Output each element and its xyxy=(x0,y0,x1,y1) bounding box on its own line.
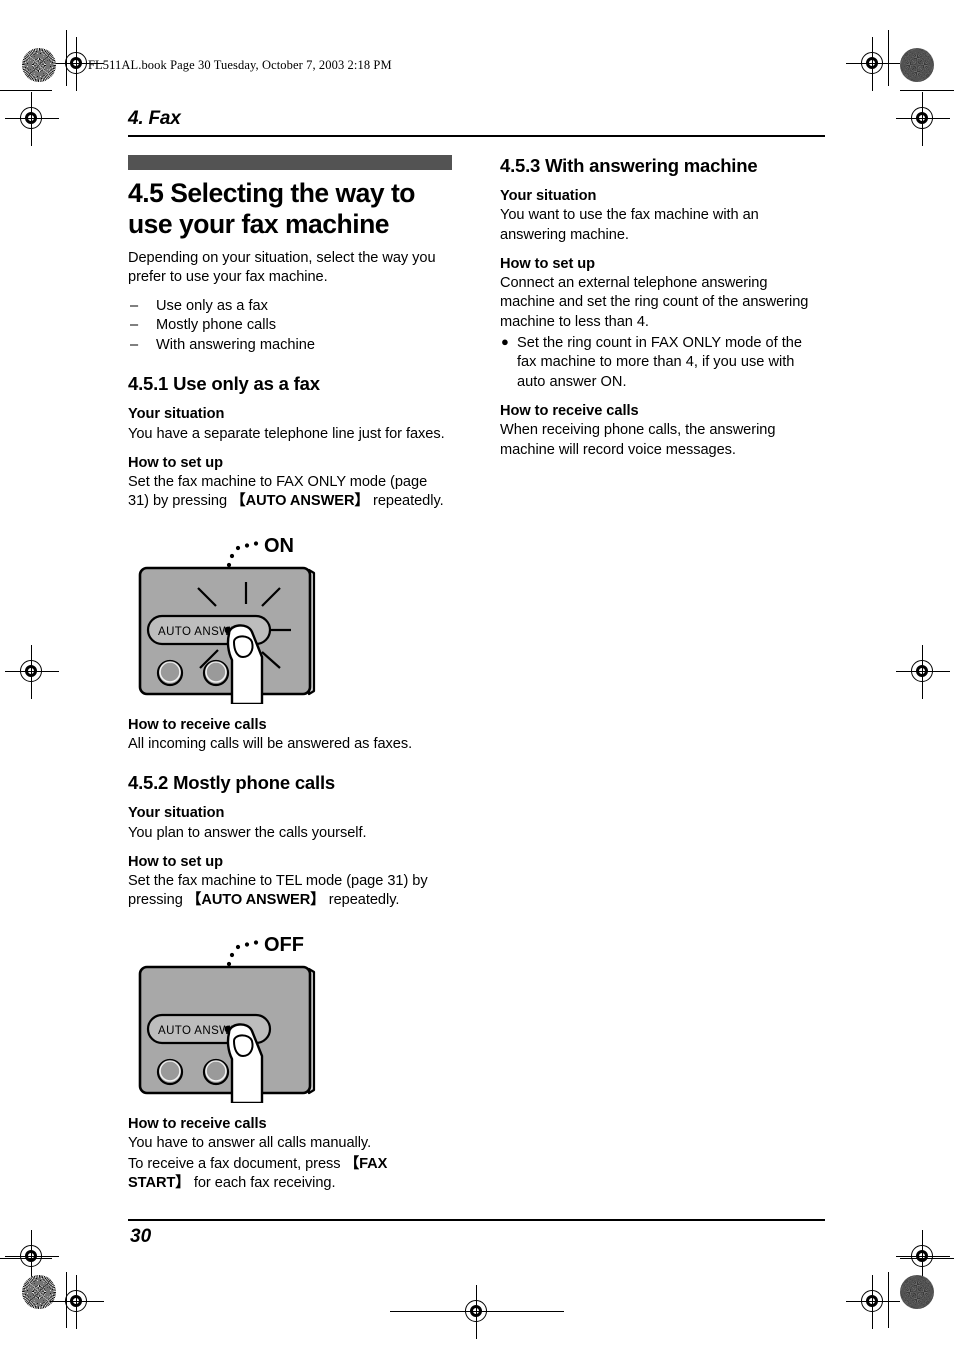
situation-text-452: You plan to answer the calls yourself. xyxy=(128,824,367,841)
list-item: – With answering machine xyxy=(128,336,452,355)
registration-mark-left-upper xyxy=(5,92,59,146)
receive-label-453: How to receive calls xyxy=(500,403,639,420)
receive-label-452: How to receive calls xyxy=(128,1115,267,1132)
registration-mark-right-upper xyxy=(896,92,950,146)
situation-text-453: You want to use the fax machine with an … xyxy=(500,207,759,243)
crop-line-right-lower-horizontal xyxy=(900,1258,954,1260)
setup-text-453: Connect an external telephone answering … xyxy=(500,275,809,330)
list-item: ● Set the ring count in FAX ONLY mode of … xyxy=(500,334,824,392)
registration-mark-top-right xyxy=(846,37,900,91)
page-canvas: FL511AL.book Page 30 Tuesday, October 7,… xyxy=(0,0,954,1351)
dash-glyph: – xyxy=(130,317,139,334)
registration-mark-right-middle xyxy=(896,645,950,699)
receive-text-452-a: To receive a fax document, press xyxy=(128,1156,345,1173)
page-number: 30 xyxy=(130,1226,152,1247)
setup-label-451: How to set up xyxy=(128,454,224,471)
option-list: – Use only as a fax – Mostly phone calls –… xyxy=(128,297,452,355)
fingernail xyxy=(232,1034,254,1057)
situation-text-451: You have a separate telephone line just … xyxy=(128,425,445,442)
bullet-text: Set the ring count in FAX ONLY mode of t… xyxy=(517,334,803,390)
option-label: With answering machine xyxy=(156,336,315,353)
situation-label-452: Your situation xyxy=(128,805,225,822)
running-head-chapter: 4. Fax xyxy=(128,108,181,129)
receive-text-452-line2: To receive a fax document, press 【FAX ST… xyxy=(128,1155,452,1194)
key-auto-answer: 【AUTO ANSWER】 xyxy=(186,892,325,909)
setup-text-451-b: repeatedly. xyxy=(369,493,444,510)
page-title: 4.5 Selecting the way to use your fax ma… xyxy=(128,178,415,240)
figure-auto-answer-off: OFF AUTO ANSWER xyxy=(128,925,452,1103)
key-auto-answer: 【AUTO ANSWER】 xyxy=(231,493,370,510)
setup-text-451: Set the fax machine to FAX ONLY mode (pa… xyxy=(128,473,452,512)
setup-text-452-b: repeatedly. xyxy=(324,892,400,909)
halftone-dot-top-left xyxy=(22,48,56,82)
subsection-452-heading: 4.5.2 Mostly phone calls xyxy=(128,772,335,794)
dash-glyph: – xyxy=(130,336,139,353)
situation-label-451: Your situation xyxy=(128,406,225,423)
subsection-451-heading: 4.5.1 Use only as a fax xyxy=(128,373,320,395)
bullet-glyph: ● xyxy=(501,333,509,349)
situation-label-453: Your situation xyxy=(500,188,597,205)
intro-paragraph: Depending on your situation, select the … xyxy=(128,249,436,285)
registration-mark-left-middle xyxy=(5,645,59,699)
receive-text-451: All incoming calls will be answered as f… xyxy=(128,735,413,752)
halftone-dot-top-right xyxy=(900,48,934,82)
footer-rule xyxy=(128,1219,825,1221)
setup-label-453: How to set up xyxy=(500,255,596,272)
figure-callout-on: ON xyxy=(264,535,294,557)
crop-line-left-lower-horizontal xyxy=(0,1258,52,1260)
fingernail xyxy=(232,635,254,658)
registration-mark-bottom-left xyxy=(50,1275,104,1329)
receive-text-453: When receiving phone calls, the answerin… xyxy=(500,422,776,458)
receive-text-452-b: for each fax receiving. xyxy=(189,1175,336,1192)
setup-text-452: Set the fax machine to TEL mode (page 31… xyxy=(128,872,452,911)
list-item: – Mostly phone calls xyxy=(128,316,452,335)
header-rule xyxy=(128,135,825,137)
right-column: 4.5.3 With answering machine Your situat… xyxy=(500,155,824,470)
file-stamp: FL511AL.book Page 30 Tuesday, October 7,… xyxy=(88,58,392,72)
halftone-dot-bottom-right xyxy=(900,1275,934,1309)
receive-label-451: How to receive calls xyxy=(128,716,267,733)
subsection-453-heading: 4.5.3 With answering machine xyxy=(500,155,758,176)
figure-callout-off: OFF xyxy=(264,934,304,956)
crop-line-bottom-center-horizontal xyxy=(390,1311,564,1313)
dash-glyph: – xyxy=(130,298,139,315)
list-item: – Use only as a fax xyxy=(128,297,452,316)
section-accent-bar xyxy=(128,155,452,170)
setup-note-list-453: ● Set the ring count in FAX ONLY mode of … xyxy=(500,334,824,392)
receive-text-452-line1: You have to answer all calls manually. xyxy=(128,1134,372,1151)
left-column: 4.5 Selecting the way to use your fax ma… xyxy=(128,155,452,1204)
figure-auto-answer-on: ON AUTO ANSWER xyxy=(128,526,452,704)
option-label: Mostly phone calls xyxy=(156,317,277,334)
setup-label-452: How to set up xyxy=(128,853,224,870)
option-label: Use only as a fax xyxy=(156,298,268,315)
registration-mark-bottom-right xyxy=(846,1275,900,1329)
